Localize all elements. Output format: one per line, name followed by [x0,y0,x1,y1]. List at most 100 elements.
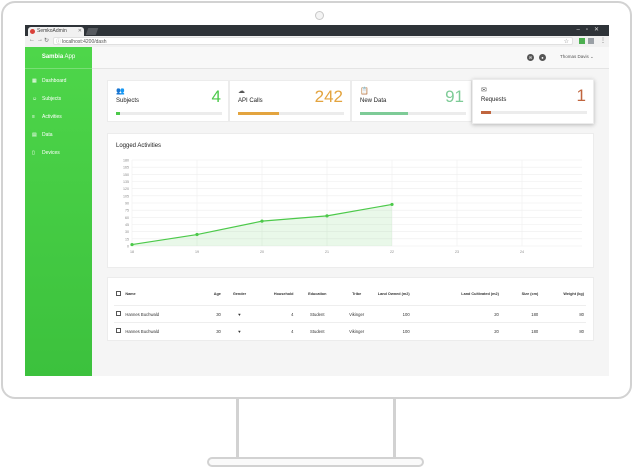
data-point [260,219,264,223]
monitor-base [207,457,424,467]
row-checkbox[interactable] [116,311,121,316]
sidebar-item-activities[interactable]: ≡ Activities [25,112,92,130]
browser-tab[interactable]: SemkoAdmin ✕ [28,27,84,36]
x-tick-label: 19 [195,250,199,254]
stat-card-new-data[interactable]: 📋 New Data 91 [351,80,472,122]
cell-age: 30 [200,322,223,339]
close-tab-icon[interactable]: ✕ [78,27,82,36]
col-weight[interactable]: Weight (kg) [540,283,586,306]
x-tick-label: 22 [390,250,394,254]
sidebar-item-label: Devices [42,150,60,156]
col-size[interactable]: Size (cm) [501,283,540,306]
url-text: localhost:4200/dash [62,39,107,45]
window-controls[interactable]: –▫✕ [577,26,606,33]
notifications-icon[interactable]: ✉ [527,54,534,61]
y-tick-label: 180 [123,159,129,163]
info-icon: ⓘ [56,39,62,45]
col-land-owned[interactable]: Land Owned (m2) [374,283,411,306]
sidebar-item-dashboard[interactable]: ▦ Dashboard [25,76,92,94]
reload-icon[interactable]: ↻ [44,37,49,44]
x-tick-label: 18 [130,250,134,254]
sidebar: Sambia App ▦ Dashboard ☺ Subjects ≡ Activit… [25,47,92,376]
user-name: Thomas Davis [560,54,589,59]
col-age[interactable]: Age [200,283,223,306]
x-tick-label: 24 [520,250,524,254]
brand-logo[interactable]: Sambia App [25,47,92,69]
gender-icon: ♥ [222,322,257,339]
sidebar-item-data[interactable]: ▤ Data [25,130,92,148]
sidebar-item-subjects[interactable]: ☺ Subjects [25,94,92,112]
data-point [130,242,134,247]
col-tribe[interactable]: Tribe [339,283,374,306]
cell-age: 30 [200,305,223,323]
progress-bar [116,112,222,115]
envelope-icon: ✉ [481,87,487,94]
data-point [390,202,394,207]
favicon-icon [30,29,35,34]
y-tick-label: 0 [127,245,129,249]
card-title: Subjects [116,98,140,104]
people-icon: 👥 [116,88,125,95]
dashboard-icon: ▦ [32,78,37,84]
tab-title: SemkoAdmin [37,28,67,34]
address-bar[interactable]: ⓘ localhost:4200/dash ☆ [53,37,573,45]
table-row[interactable]: Hannes Buchwald 30 ♥ 4 Student Vikinger … [114,322,586,339]
user-avatar-icon[interactable]: ● [539,54,546,61]
extension-icon[interactable] [579,38,585,44]
cell-education: Student [295,322,340,339]
y-tick-label: 135 [123,180,129,184]
col-education[interactable]: Education [295,283,339,306]
progress-bar [481,111,587,114]
forward-icon[interactable]: → [37,37,43,43]
new-tab-button[interactable] [85,28,99,35]
sidebar-menu: ▦ Dashboard ☺ Subjects ≡ Activities ▤ Data ▯… [25,76,92,166]
extension-icon[interactable] [588,38,594,44]
y-tick-label: 90 [125,202,129,206]
y-tick-label: 30 [125,230,129,234]
sidebar-item-label: Activities [42,114,62,120]
select-all-checkbox[interactable] [116,291,121,296]
cell-size: 180 [500,305,541,323]
stat-card-requests[interactable]: ✉ Requests 1 [472,79,594,124]
webcam-icon [315,11,324,20]
brand-name: Sambia [41,54,64,60]
screen: SemkoAdmin ✕ –▫✕ ← → ↻ ⓘ localhost:4200/… [25,25,609,376]
y-tick-label: 105 [123,194,129,198]
cloud-icon: ☁ [238,88,245,95]
activities-icon: ≡ [32,114,35,120]
y-tick-label: 15 [125,237,129,241]
col-household[interactable]: Household [256,283,295,306]
activity-chart: 0 15 30 45 60 75 90 105 120 135 150 165 180 18 19 20 21 2… [123,159,582,254]
cell-name: Hannes Buchwald [123,322,201,339]
user-menu[interactable]: Thomas Davis ⌄ [560,54,594,60]
col-land-cultivated[interactable]: Land Cultivated (m2) [412,283,501,306]
data-icon: ▤ [32,132,37,138]
card-title: Requests [481,97,507,103]
y-tick-label: 120 [123,187,129,191]
back-icon[interactable]: ← [29,37,35,43]
y-tick-label: 60 [125,216,129,220]
sidebar-item-devices[interactable]: ▯ Devices [25,148,92,166]
cell-weight: 80 [540,322,586,339]
table-row[interactable]: Hannes Buchwald 30 ♥ 4 Student Vikinger … [114,305,586,323]
browser-tab-bar: SemkoAdmin ✕ –▫✕ [25,25,609,36]
y-tick-label: 165 [123,166,129,170]
col-gender[interactable]: Gender [223,283,256,306]
menu-kebab-icon[interactable]: ⋮ [600,37,606,44]
col-name[interactable]: Name [123,283,200,306]
cell-household: 4 [256,322,296,339]
bookmark-star-icon[interactable]: ☆ [564,38,569,46]
chart-panel: Logged Activities 0 15 30 45 60 75 90 105 120 135… [107,133,594,268]
table-header-row: Name Age Gender Household Education Trib… [114,283,586,306]
sidebar-item-label: Subjects [42,96,62,102]
card-title: New Data [360,98,387,104]
cell-land-owned: 100 [374,305,412,323]
data-point [325,214,329,218]
y-tick-label: 75 [125,209,129,213]
y-tick-label: 45 [125,223,129,227]
row-checkbox[interactable] [116,328,121,333]
stat-card-subjects[interactable]: 👥 Subjects 4 [107,80,229,122]
stat-card-api-calls[interactable]: ☁ API Calls 242 [229,80,351,122]
sidebar-item-label: Dashboard [42,78,67,84]
cell-tribe: Vikinger [339,322,375,339]
